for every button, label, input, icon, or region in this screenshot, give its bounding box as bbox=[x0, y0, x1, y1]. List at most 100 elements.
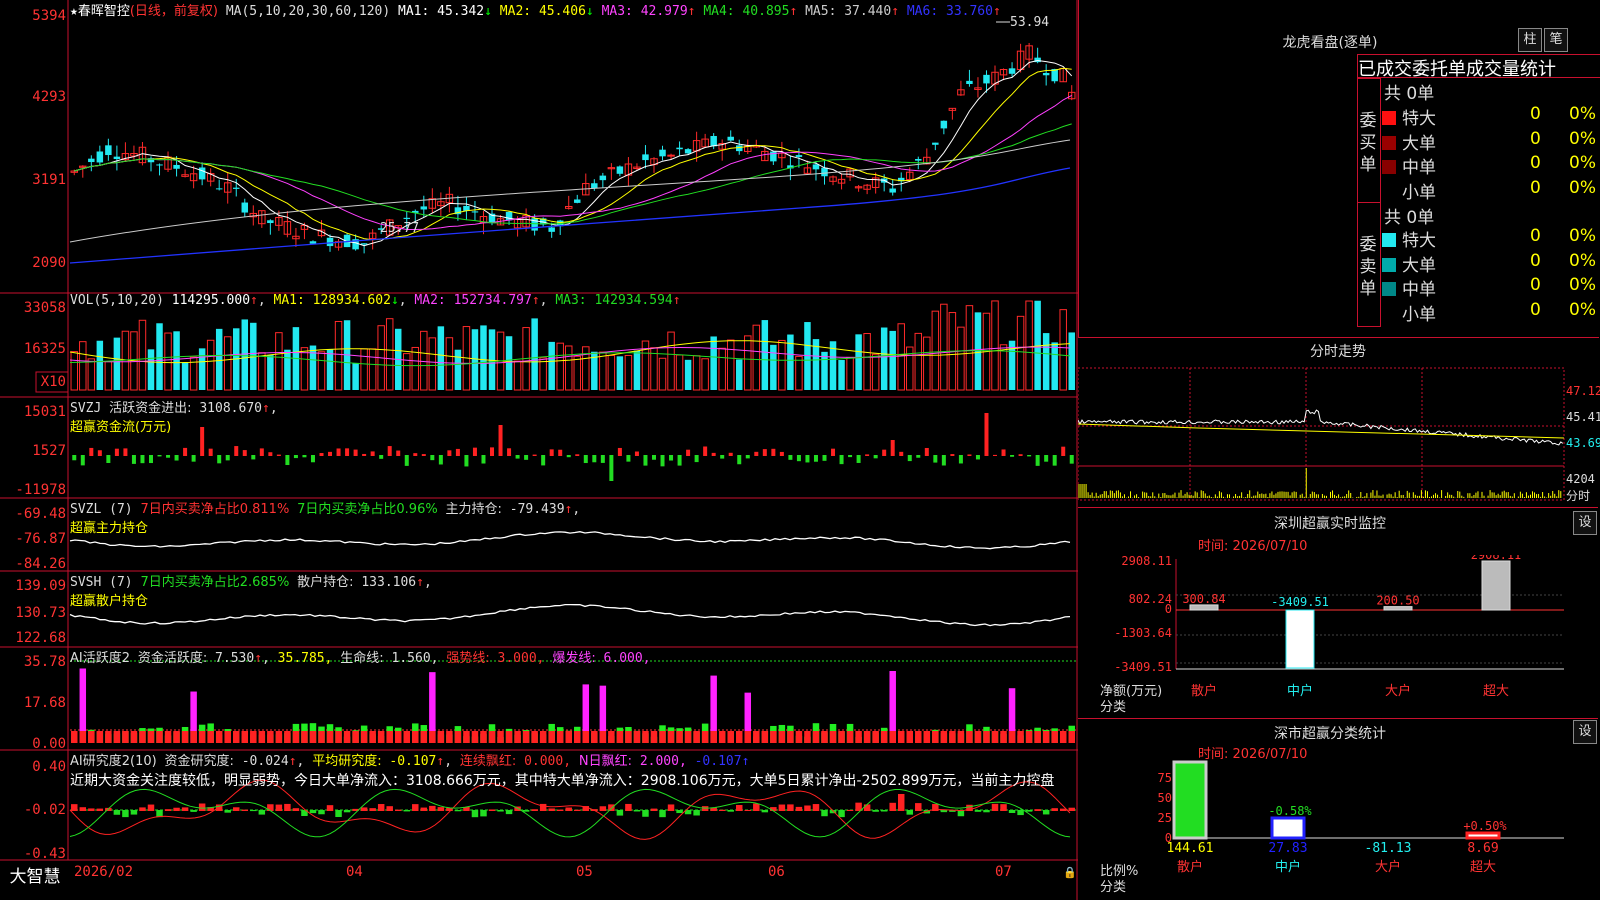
ai-res-bar bbox=[838, 810, 845, 818]
ai-res-bar bbox=[872, 810, 879, 812]
ma-line bbox=[74, 67, 1072, 241]
ai-act-base bbox=[386, 731, 393, 743]
order-type: 中单 bbox=[1402, 280, 1436, 300]
ai-act-base bbox=[139, 731, 146, 743]
classify-chart[interactable]: 7550250144.61散户-0.58%27.83中户-81.13大户+0.5… bbox=[1078, 760, 1600, 900]
ai-res-bar bbox=[795, 806, 803, 811]
ai-act-base bbox=[147, 731, 155, 743]
ai-res-bar bbox=[1000, 804, 1007, 811]
ai-res-bar bbox=[224, 810, 231, 813]
ai-res-header: AI研究度2(10) 资金研究度: -0.024↑, 平均研究度: -0.107… bbox=[70, 754, 750, 769]
vol-bar bbox=[991, 300, 999, 391]
svzj-bar bbox=[208, 448, 213, 456]
ai-act-base bbox=[804, 731, 811, 743]
vol-bar bbox=[428, 337, 437, 391]
vol-bar bbox=[573, 355, 582, 391]
ai-res-bar bbox=[96, 808, 104, 811]
ai-res-bar bbox=[897, 794, 905, 811]
ai-res-bar bbox=[258, 810, 266, 815]
svzj-bar bbox=[873, 455, 878, 459]
buy-side-label: 委买单 bbox=[1359, 111, 1377, 175]
ai-act-base bbox=[1017, 731, 1024, 743]
candle-down bbox=[1008, 68, 1016, 74]
ai-res-y-tick: -0.43 bbox=[23, 846, 66, 862]
ai-res-bar bbox=[122, 810, 129, 818]
order-row: 大单 bbox=[1382, 251, 1436, 276]
svzj-bar bbox=[131, 455, 136, 464]
ai-act-base bbox=[275, 731, 283, 743]
ai-res-bar bbox=[659, 810, 666, 818]
x-tick-1: 04 bbox=[346, 864, 363, 880]
svzj-bar bbox=[174, 455, 179, 461]
ai-act-base bbox=[991, 731, 999, 743]
ai-res-bar bbox=[497, 810, 504, 812]
classify-bottom-value: 27.83 bbox=[1268, 841, 1307, 856]
lock-icon[interactable]: 🔒 bbox=[1063, 866, 1077, 879]
svzj-bar bbox=[413, 453, 418, 456]
vol-bar bbox=[267, 355, 274, 390]
classify-settings-button[interactable]: 设 bbox=[1573, 720, 1597, 744]
svzj-bar bbox=[609, 455, 614, 481]
vol-bar bbox=[173, 331, 180, 390]
ai-act-base bbox=[173, 731, 180, 743]
ai-res-bar bbox=[420, 807, 428, 811]
svzj-bar bbox=[848, 455, 853, 458]
candle-down bbox=[736, 145, 743, 152]
order-type: 特大 bbox=[1402, 231, 1436, 251]
monitor-category: 散户 bbox=[1191, 683, 1217, 699]
vol-bar bbox=[454, 349, 462, 390]
ai-res-bar bbox=[309, 810, 317, 814]
svzj-bar bbox=[285, 455, 290, 466]
candle-down bbox=[471, 211, 479, 213]
svzj-bar bbox=[1027, 455, 1032, 457]
vol-bar bbox=[710, 336, 717, 390]
svzj-bar bbox=[396, 450, 401, 456]
svzj-bar bbox=[379, 455, 384, 459]
svzj-bar bbox=[839, 455, 844, 465]
ai-res-bar bbox=[889, 802, 896, 811]
candle-down bbox=[198, 167, 206, 180]
vol-bar bbox=[778, 339, 786, 391]
ai-act-base bbox=[625, 731, 632, 743]
svzl-y-tick: -84.26 bbox=[15, 556, 66, 572]
candle-down bbox=[684, 149, 692, 154]
candle-down bbox=[616, 166, 624, 174]
candle-down bbox=[599, 175, 607, 181]
order-type: 小单 bbox=[1402, 182, 1436, 203]
ai-act-base bbox=[258, 731, 266, 743]
ai-res-bar bbox=[241, 809, 249, 811]
svzj-bar bbox=[524, 455, 529, 460]
ai-act-base bbox=[539, 731, 547, 743]
candle-down bbox=[821, 167, 828, 177]
monitor-settings-button[interactable]: 设 bbox=[1573, 511, 1597, 535]
svzj-bar bbox=[490, 447, 495, 456]
ai-act-base bbox=[164, 731, 172, 743]
ai-act-base bbox=[446, 731, 453, 743]
intraday-chart[interactable] bbox=[1078, 362, 1600, 502]
legend-swatch bbox=[1382, 307, 1396, 321]
ai-act-base bbox=[488, 731, 496, 743]
bar-mode-button[interactable]: 柱 bbox=[1518, 28, 1542, 52]
svzj-bar bbox=[566, 455, 571, 458]
svsh-y-tick: 130.73 bbox=[15, 605, 66, 621]
ai-res-comment: 近期大资金关注度较低，明显弱势，今日大单净流入：3108.666万元，其中特大单… bbox=[70, 773, 1055, 789]
svzj-bar bbox=[387, 446, 392, 456]
legend-swatch bbox=[1382, 185, 1396, 199]
vol-bar bbox=[79, 341, 87, 391]
intraday-unit: 分时 bbox=[1566, 489, 1591, 503]
vol-bar bbox=[539, 357, 547, 391]
ai-act-base bbox=[659, 731, 666, 743]
svzl-y-tick: -76.87 bbox=[15, 531, 66, 547]
svzj-bar bbox=[472, 447, 477, 456]
vol-bar bbox=[181, 362, 189, 390]
order-count: 0 bbox=[1530, 128, 1541, 149]
ai-res-bar bbox=[1051, 808, 1058, 811]
ai-act-base bbox=[761, 731, 769, 743]
svzj-bar bbox=[728, 452, 733, 456]
intraday-vol-tick: 4204 bbox=[1566, 472, 1595, 486]
ai-act-base bbox=[394, 731, 402, 743]
svzj-bar bbox=[669, 455, 674, 461]
ai-res-bar bbox=[906, 810, 913, 815]
monitor-y-tick: -1303.64 bbox=[1114, 626, 1172, 640]
tick-mode-button[interactable]: 笔 bbox=[1544, 28, 1568, 52]
